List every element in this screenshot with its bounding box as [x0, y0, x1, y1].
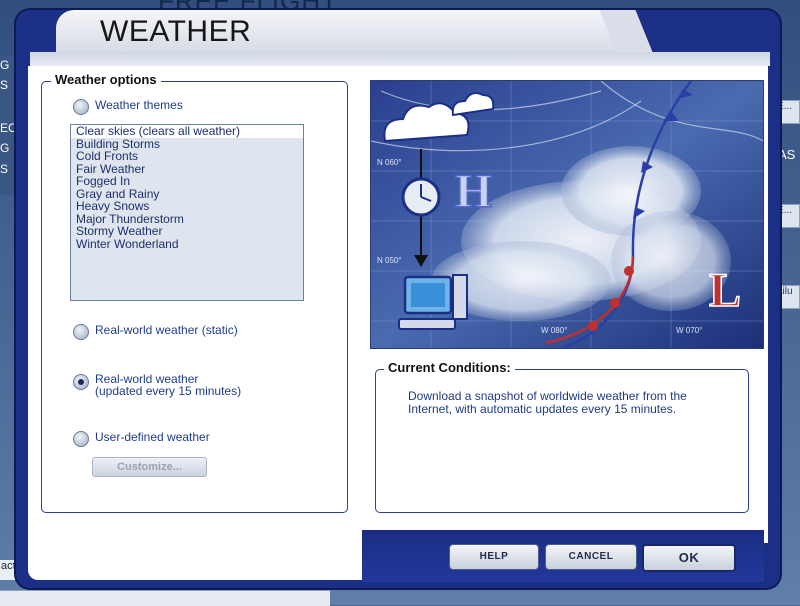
dialog-title: WEATHER [100, 15, 252, 48]
clock-icon [401, 177, 441, 217]
weather-themes-label: Weather themes [95, 98, 183, 112]
weather-illustration: N 060° N 050° W 070° W 080° H L [370, 80, 764, 349]
weather-options-legend: Weather options [51, 72, 161, 87]
background-tag: G [0, 141, 10, 155]
grid-label: N 050° [377, 256, 402, 265]
background-tag: G [0, 58, 10, 72]
current-conditions-legend: Current Conditions: [384, 360, 515, 375]
cancel-button[interactable]: CANCEL [545, 544, 637, 570]
grid-label: W 080° [541, 326, 567, 335]
weather-map-graphic: N 060° N 050° W 070° W 080° H L [371, 81, 763, 348]
background-label: AS [778, 147, 796, 162]
background-tag: S [0, 162, 9, 176]
dialog-header-strip [30, 52, 770, 66]
user-defined-radio[interactable]: User-defined weather [73, 430, 210, 447]
background-tag: S [0, 78, 9, 92]
ok-button[interactable]: OK [642, 544, 736, 572]
help-button[interactable]: HELP [449, 544, 539, 570]
theme-list-item[interactable]: Clear skies (clears all weather) [71, 125, 303, 138]
weather-themes-radio[interactable]: Weather themes [73, 98, 183, 115]
background-tag: EC [0, 121, 17, 135]
realworld-updated-sublabel: (updated every 15 minutes) [95, 384, 242, 398]
radio-button-selected-icon[interactable] [73, 374, 89, 390]
background-status-bar [0, 590, 330, 606]
user-defined-label: User-defined weather [95, 430, 210, 444]
current-conditions-text: Download a snapshot of worldwide weather… [408, 389, 687, 416]
realworld-static-radio[interactable]: Real-world weather (static) [73, 323, 238, 340]
radio-button-icon[interactable] [73, 431, 89, 447]
theme-list-item[interactable]: Stormy Weather [71, 225, 303, 238]
bottom-left-panel [28, 530, 362, 580]
grid-label: N 060° [377, 158, 402, 167]
theme-list-item[interactable]: Cold Fronts [71, 150, 303, 163]
customize-button[interactable]: Customize... [92, 457, 207, 477]
realworld-static-label: Real-world weather (static) [95, 323, 238, 337]
theme-list-item[interactable]: Fogged In [71, 175, 303, 188]
weather-themes-list[interactable]: Clear skies (clears all weather) Building… [70, 124, 304, 301]
theme-list-item[interactable]: Heavy Snows [71, 200, 303, 213]
radio-button-icon[interactable] [73, 324, 89, 340]
low-pressure-label: L [709, 264, 741, 317]
high-pressure-label: H [455, 165, 492, 218]
realworld-updated-radio[interactable]: Real-world weather (updated every 15 min… [73, 373, 241, 397]
theme-list-item[interactable]: Winter Wonderland [71, 237, 303, 251]
radio-button-icon[interactable] [73, 99, 89, 115]
grid-label: W 070° [676, 326, 702, 335]
